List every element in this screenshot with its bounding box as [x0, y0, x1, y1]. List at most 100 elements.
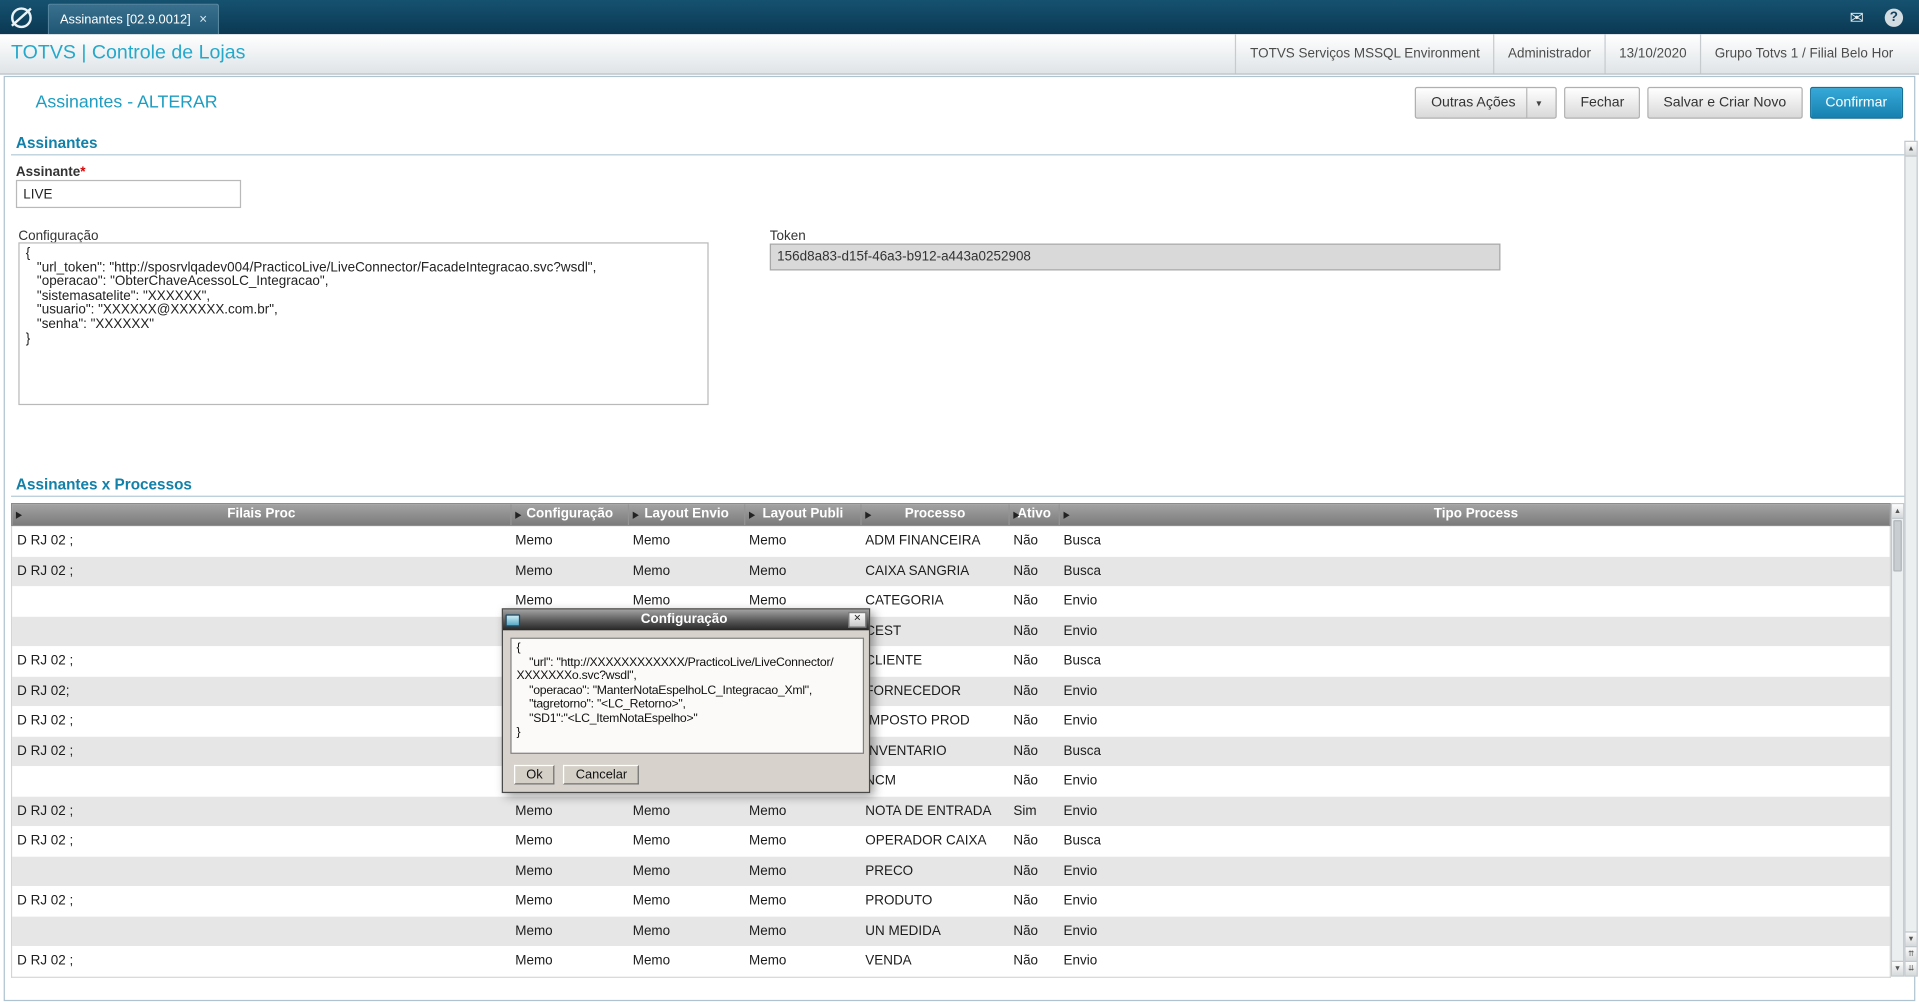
sort-icon	[1063, 510, 1070, 519]
cell-layout-envio[interactable]: Memo	[628, 916, 744, 946]
table-row[interactable]: D RJ 02 ;MemoMemoMemoCLIENTENãoBusca	[12, 646, 1890, 677]
cell-configuracao[interactable]: Memo	[510, 556, 627, 586]
user-label: Administrador	[1493, 34, 1604, 74]
cell-tipo-process: Busca	[1063, 563, 1101, 579]
sort-icon	[15, 510, 23, 519]
table-row[interactable]: MemoMemoMemoCESTNãoEnvio	[12, 616, 1890, 647]
cell-layout-publi[interactable]: Memo	[744, 526, 860, 556]
section-title-assinantes-processos: Assinantes x Processos	[15, 476, 192, 494]
column-header[interactable]: Tipo Process	[1058, 504, 1890, 526]
toolbar-buttons: Outras Ações ▾ Fechar Salvar e Criar Nov…	[1415, 86, 1904, 119]
cell-filiais-proc	[12, 916, 510, 946]
page-up-icon[interactable]: ⇈	[1905, 946, 1917, 961]
cell-tipo-process: Envio	[1063, 953, 1098, 969]
dialog-memo-text[interactable]: { "url": "http://XXXXXXXXXXXX/PracticoLi…	[510, 637, 865, 754]
page-down-icon[interactable]: ⇊	[1905, 960, 1917, 976]
column-header-label: Tipo Process	[1433, 506, 1519, 522]
cell-layout-publi[interactable]: Memo	[744, 886, 860, 916]
cell-layout-envio[interactable]: Memo	[628, 826, 744, 856]
tab-close-icon[interactable]: ×	[199, 12, 207, 26]
cell-layout-envio[interactable]: Memo	[628, 556, 744, 586]
table-row[interactable]: D RJ 02 ;MemoMemoMemoINVENTARIONãoBusca	[12, 736, 1890, 767]
table-row[interactable]: D RJ 02 ; Memo Memo Memo VENDA Não Envio	[12, 946, 1890, 977]
cell-configuracao[interactable]: Memo	[510, 826, 627, 856]
cell-tipo-process: Envio	[1063, 893, 1098, 909]
table-row[interactable]: MemoMemoMemoNCMNãoEnvio	[12, 766, 1890, 797]
tab-label: Assinantes [02.9.0012]	[59, 12, 191, 27]
cell-filiais-proc	[12, 616, 510, 646]
cell-layout-envio[interactable]: Memo	[628, 526, 744, 556]
salvar-criar-novo-button[interactable]: Salvar e Criar Novo	[1647, 86, 1803, 119]
cell-configuracao[interactable]: Memo	[510, 526, 627, 556]
cell-configuracao[interactable]: Memo	[510, 916, 627, 946]
cell-processo: UN MEDIDA	[865, 923, 941, 939]
cell-layout-publi[interactable]: Memo	[744, 946, 860, 976]
scroll-thumb[interactable]	[1893, 520, 1902, 572]
cell-configuracao[interactable]: Memo	[510, 796, 627, 826]
cell-layout-publi[interactable]: Memo	[744, 856, 860, 886]
table-row[interactable]: D RJ 02;MemoMemoMemoFORNECEDORNãoEnvio	[12, 676, 1890, 707]
table-row[interactable]: D RJ 02 ; Memo Memo Memo CAIXA SANGRIA Não Bus…	[12, 556, 1890, 587]
table-row[interactable]: Memo Memo Memo UN MEDIDA Não Envio	[12, 916, 1890, 947]
cell-configuracao[interactable]: Memo	[510, 856, 627, 886]
cell-layout-envio[interactable]: Memo	[628, 796, 744, 826]
assinante-input[interactable]	[15, 179, 242, 209]
cell-tipo-process: Busca	[1063, 533, 1101, 549]
scroll-down-icon[interactable]: ▼	[1905, 931, 1917, 947]
assinante-label: Assinante*	[15, 165, 86, 180]
grid-scrollbar[interactable]: ▲ ▼	[1890, 503, 1905, 977]
panel-scrollbar[interactable]: ▲ ▼ ⇈ ⇊	[1904, 140, 1918, 977]
cell-layout-publi[interactable]: Memo	[744, 826, 860, 856]
cell-layout-publi[interactable]: Memo	[744, 916, 860, 946]
confirmar-button[interactable]: Confirmar	[1809, 86, 1904, 119]
cell-configuracao[interactable]: Memo	[510, 946, 627, 976]
chevron-down-icon[interactable]: ▾	[1526, 88, 1541, 118]
dialog-titlebar[interactable]: Configuração ×	[503, 609, 869, 631]
cell-ativo: Não	[1013, 743, 1039, 759]
configuracao-textarea[interactable]: { "url_token": "http://sposrvlqadev004/P…	[18, 242, 709, 406]
token-input[interactable]	[769, 243, 1501, 271]
help-icon[interactable]: ?	[1884, 7, 1904, 27]
column-header[interactable]: Configuração	[510, 504, 627, 526]
table-row[interactable]: Memo Memo Memo CATEGORIA Não Envio	[12, 586, 1890, 617]
table-row[interactable]: D RJ 02 ;MemoMemoMemoIMPOSTO PRODNãoEnvi…	[12, 706, 1890, 737]
column-header[interactable]: Filais Proc	[12, 504, 510, 525]
cell-layout-envio[interactable]: Memo	[628, 946, 744, 976]
cell-tipo-process: Envio	[1063, 623, 1098, 639]
cell-filiais-proc: D RJ 02 ;	[17, 833, 74, 849]
cell-layout-envio[interactable]: Memo	[628, 886, 744, 916]
table-row[interactable]: D RJ 02 ; Memo Memo Memo NOTA DE ENTRADA Sim E…	[12, 796, 1890, 827]
scroll-track[interactable]	[1906, 157, 1917, 932]
column-header[interactable]: Layout Publi	[744, 504, 860, 526]
scroll-up-icon[interactable]: ▲	[1892, 504, 1904, 519]
scroll-track[interactable]	[1892, 573, 1903, 961]
mail-icon[interactable]: ✉	[1850, 9, 1864, 26]
outras-acoes-button[interactable]: Outras Ações ▾	[1415, 86, 1558, 119]
cell-filiais-proc: D RJ 02 ;	[17, 743, 74, 759]
cell-layout-envio[interactable]: Memo	[628, 856, 744, 886]
cell-processo: CEST	[865, 623, 902, 639]
table-row[interactable]: D RJ 02 ; Memo Memo Memo PRODUTO Não Envio	[12, 886, 1890, 917]
dialog-close-icon[interactable]: ×	[848, 611, 867, 628]
table-row[interactable]: D RJ 02 ; Memo Memo Memo OPERADOR CAIXA Não Bu…	[12, 826, 1890, 857]
cell-processo: NCM	[865, 773, 896, 789]
column-header-label: Layout Envio	[644, 506, 729, 522]
scroll-down-icon[interactable]: ▼	[1892, 960, 1904, 976]
cell-tipo-process: Envio	[1063, 713, 1098, 729]
cell-ativo: Não	[1013, 653, 1039, 669]
cell-ativo: Não	[1013, 923, 1039, 939]
cell-configuracao[interactable]: Memo	[510, 886, 627, 916]
cell-layout-publi[interactable]: Memo	[744, 556, 860, 586]
column-header[interactable]: Ativo	[1008, 504, 1058, 526]
column-header[interactable]: Layout Envio	[627, 504, 744, 526]
table-row[interactable]: Memo Memo Memo PRECO Não Envio	[12, 856, 1890, 887]
cell-processo: CLIENTE	[865, 653, 923, 669]
column-header[interactable]: Processo	[860, 504, 1008, 526]
fechar-button[interactable]: Fechar	[1564, 86, 1641, 119]
cancelar-button[interactable]: Cancelar	[563, 764, 640, 785]
ok-button[interactable]: Ok	[514, 764, 555, 785]
scroll-up-icon[interactable]: ▲	[1905, 141, 1917, 157]
tab-assinantes[interactable]: Assinantes [02.9.0012] ×	[47, 3, 220, 35]
table-row[interactable]: D RJ 02 ; Memo Memo Memo ADM FINANCEIRA Não Bu…	[12, 526, 1890, 557]
cell-layout-publi[interactable]: Memo	[744, 796, 860, 826]
